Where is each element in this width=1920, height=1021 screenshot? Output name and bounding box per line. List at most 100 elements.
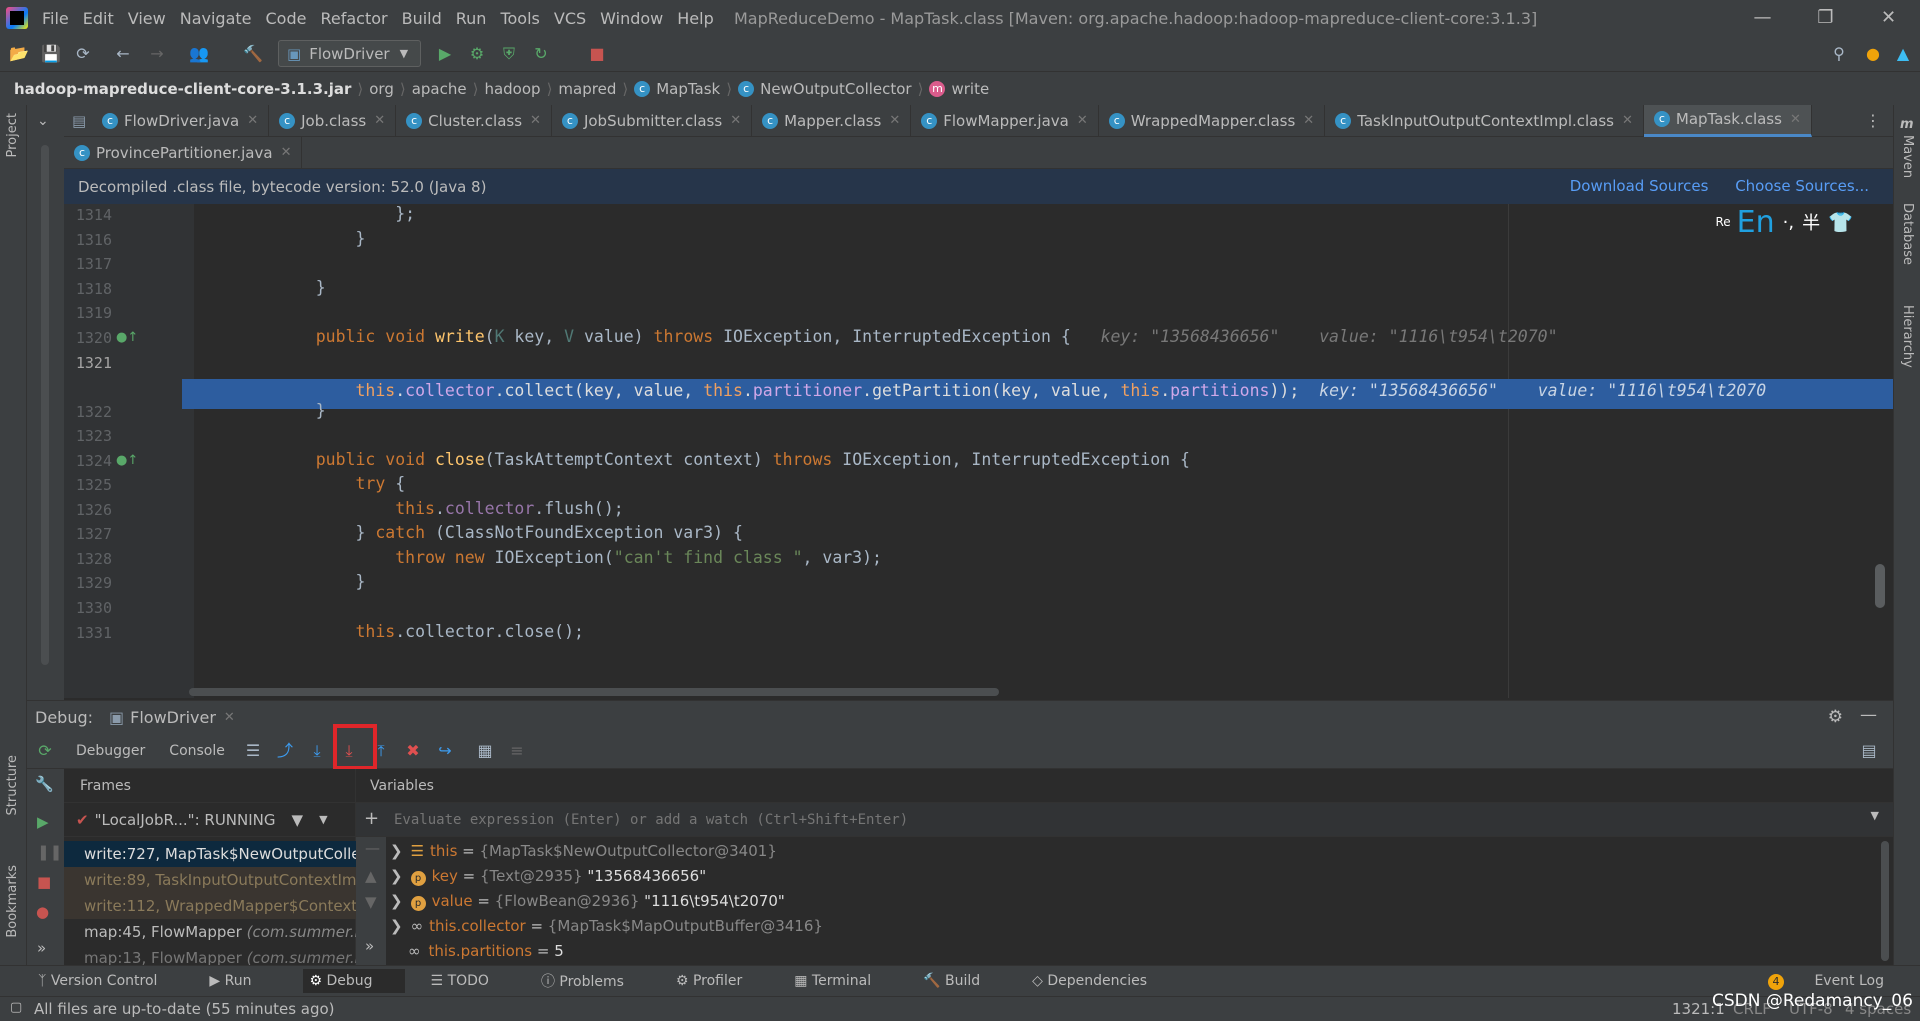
trace-icon[interactable]: ≡ (505, 739, 529, 763)
tab-jobsubmitter[interactable]: c JobSubmitter.class ✕ (552, 104, 753, 137)
close-icon[interactable]: ✕ (1077, 113, 1088, 128)
bookmarks-tool-tab[interactable]: Bookmarks (5, 865, 20, 938)
step-over-icon[interactable]: ⤴ (273, 739, 297, 763)
menu-file[interactable]: File (42, 9, 69, 28)
pause-icon[interactable]: ❚❚ (37, 843, 62, 861)
tool-run[interactable]: ▶ Run (209, 973, 277, 989)
close-icon[interactable]: ✕ (1622, 113, 1633, 128)
debug-session-tab[interactable]: FlowDriver (130, 708, 216, 727)
drop-frame-icon[interactable]: ✖ (401, 739, 425, 763)
add-watch-icon[interactable]: + (364, 808, 379, 829)
breadcrumb-apache[interactable]: apache (412, 80, 467, 98)
menu-window[interactable]: Window (600, 9, 663, 28)
variable-row[interactable]: ❯ p key = {Text@2935} "13568436656" (386, 864, 706, 889)
project-tool-tab[interactable]: Project (5, 113, 20, 157)
more-options-icon[interactable]: ⋮ (1865, 111, 1881, 130)
collapse-icon[interactable]: ⌄ (37, 113, 49, 129)
menu-code[interactable]: Code (266, 9, 307, 28)
choose-sources-link[interactable]: Choose Sources... (1735, 177, 1869, 195)
close-icon[interactable]: ✕ (730, 113, 741, 128)
more-icon[interactable]: » (365, 937, 374, 955)
code-editor[interactable]: Re En ·, 半 👕 1314 }; 1316 } 1317 1318 } … (64, 204, 1893, 698)
stop-icon[interactable]: ■ (37, 873, 51, 891)
filter-icon[interactable]: ▼ (292, 811, 304, 829)
save-icon[interactable]: 💾 (40, 43, 62, 65)
update-icon[interactable]: ● (1862, 43, 1884, 65)
minimize-icon[interactable]: — (1731, 0, 1794, 36)
tab-cluster[interactable]: c Cluster.class ✕ (396, 104, 552, 137)
menu-vcs[interactable]: VCS (554, 9, 586, 28)
evaluate-input[interactable] (394, 807, 1794, 833)
breadcrumb-mapred[interactable]: mapred (558, 80, 616, 98)
wrench-icon[interactable]: 🔧 (35, 775, 54, 793)
sync-icon[interactable]: ⟳ (72, 43, 94, 65)
resume-icon[interactable]: ▶ (37, 813, 49, 831)
more-icon[interactable]: » (37, 939, 46, 957)
move-down-icon[interactable]: ▼ (365, 893, 377, 911)
editor-vertical-scrollbar[interactable] (1875, 564, 1885, 608)
tool-terminal[interactable]: ▦ Terminal (794, 973, 897, 989)
breakpoints-icon[interactable]: ● (36, 903, 49, 921)
close-icon[interactable]: ✕ (281, 145, 292, 160)
toolbox-icon[interactable]: ▲ (1892, 43, 1914, 65)
override-gutter-icon[interactable]: ●↑ (116, 330, 138, 345)
breadcrumb-org[interactable]: org (369, 80, 394, 98)
threads-menu-icon[interactable]: ☰ (241, 739, 265, 763)
download-sources-link[interactable]: Download Sources (1570, 177, 1709, 195)
expand-icon[interactable]: ❯ (390, 917, 403, 935)
tool-version-control[interactable]: ᛉ Version Control (38, 973, 183, 989)
tool-todo[interactable]: ☰ TODO (431, 973, 515, 989)
maven-tool-tab[interactable]: Maven (1900, 135, 1915, 178)
tab-job[interactable]: c Job.class ✕ (269, 104, 397, 137)
menu-tools[interactable]: Tools (500, 9, 539, 28)
breadcrumb-write[interactable]: write (951, 80, 989, 98)
variable-row[interactable]: ∞ this.partitions = 5 (386, 939, 564, 964)
menu-run[interactable]: Run (456, 9, 487, 28)
open-folder-icon[interactable]: 📂 (8, 43, 30, 65)
tab-taskinputoutputcontextimpl[interactable]: c TaskInputOutputContextImpl.class ✕ (1325, 104, 1644, 137)
profile-icon[interactable]: ↻ (530, 43, 552, 65)
variable-row[interactable]: ❯ ☰ this = {MapTask$NewOutputCollector@340… (386, 839, 777, 864)
menu-edit[interactable]: Edit (83, 9, 114, 28)
tab-debugger[interactable]: Debugger (64, 743, 157, 759)
tab-flowmapper[interactable]: c FlowMapper.java ✕ (911, 104, 1099, 137)
frame-item[interactable]: write:89, TaskInputOutputContextImp (64, 867, 356, 893)
close-icon[interactable]: ✕ (224, 710, 235, 725)
evaluate-expression-icon[interactable]: ▦ (473, 739, 497, 763)
step-into-icon[interactable]: ⤓ (305, 739, 329, 763)
breadcrumb-hadoop[interactable]: hadoop (484, 80, 540, 98)
close-icon[interactable]: ✕ (530, 113, 541, 128)
expand-icon[interactable]: ❯ (390, 842, 403, 860)
tab-wrappedmapper[interactable]: c WrappedMapper.class ✕ (1099, 104, 1326, 137)
close-icon[interactable]: ✕ (1857, 0, 1920, 36)
variable-row[interactable]: ❯ ∞ this.collector = {MapTask$MapOutputBuf… (386, 914, 823, 939)
editor-horizontal-scrollbar[interactable] (189, 688, 999, 696)
hierarchy-tool-tab[interactable]: Hierarchy (1900, 305, 1915, 368)
coverage-icon[interactable]: ⛨ (498, 43, 520, 65)
expand-icon[interactable]: ❯ (390, 867, 403, 885)
run-icon[interactable]: ▶ (434, 43, 456, 65)
structure-tool-tab[interactable]: Structure (5, 755, 20, 815)
tab-maptask[interactable]: c MapTask.class ✕ (1643, 104, 1812, 137)
close-icon[interactable]: ✕ (1790, 112, 1801, 127)
tab-mapper[interactable]: c Mapper.class ✕ (752, 104, 912, 137)
stop-icon[interactable]: ■ (586, 43, 608, 65)
close-icon[interactable]: ✕ (1303, 113, 1314, 128)
chevron-down-icon[interactable]: ▼ (319, 813, 327, 826)
tab-provincepartitioner[interactable]: c ProvincePartitioner.java ✕ (64, 136, 303, 169)
variables-scrollbar[interactable] (1881, 841, 1889, 961)
minimize-panel-icon[interactable]: — (1860, 705, 1877, 725)
run-to-cursor-icon[interactable]: ↪ (433, 739, 457, 763)
tool-problems[interactable]: ⓘ Problems (541, 971, 650, 991)
run-config-select[interactable]: ▣ FlowDriver ▼ (278, 40, 421, 67)
breadcrumb-maptask[interactable]: MapTask (656, 80, 720, 98)
tool-debug[interactable]: ⚙ Debug (303, 969, 405, 993)
move-up-icon[interactable]: ▲ (365, 867, 377, 885)
close-icon[interactable]: ✕ (374, 113, 385, 128)
chevron-down-icon[interactable]: ▼ (1871, 809, 1879, 822)
override-gutter-icon[interactable]: ●↑ (116, 453, 138, 468)
project-scrollbar[interactable] (41, 145, 49, 665)
remove-icon[interactable]: — (365, 839, 380, 857)
restore-icon[interactable]: ❐ (1794, 0, 1857, 36)
thread-selector[interactable]: ✔ "LocalJobR...": RUNNING ▼ ▼ (64, 803, 356, 837)
